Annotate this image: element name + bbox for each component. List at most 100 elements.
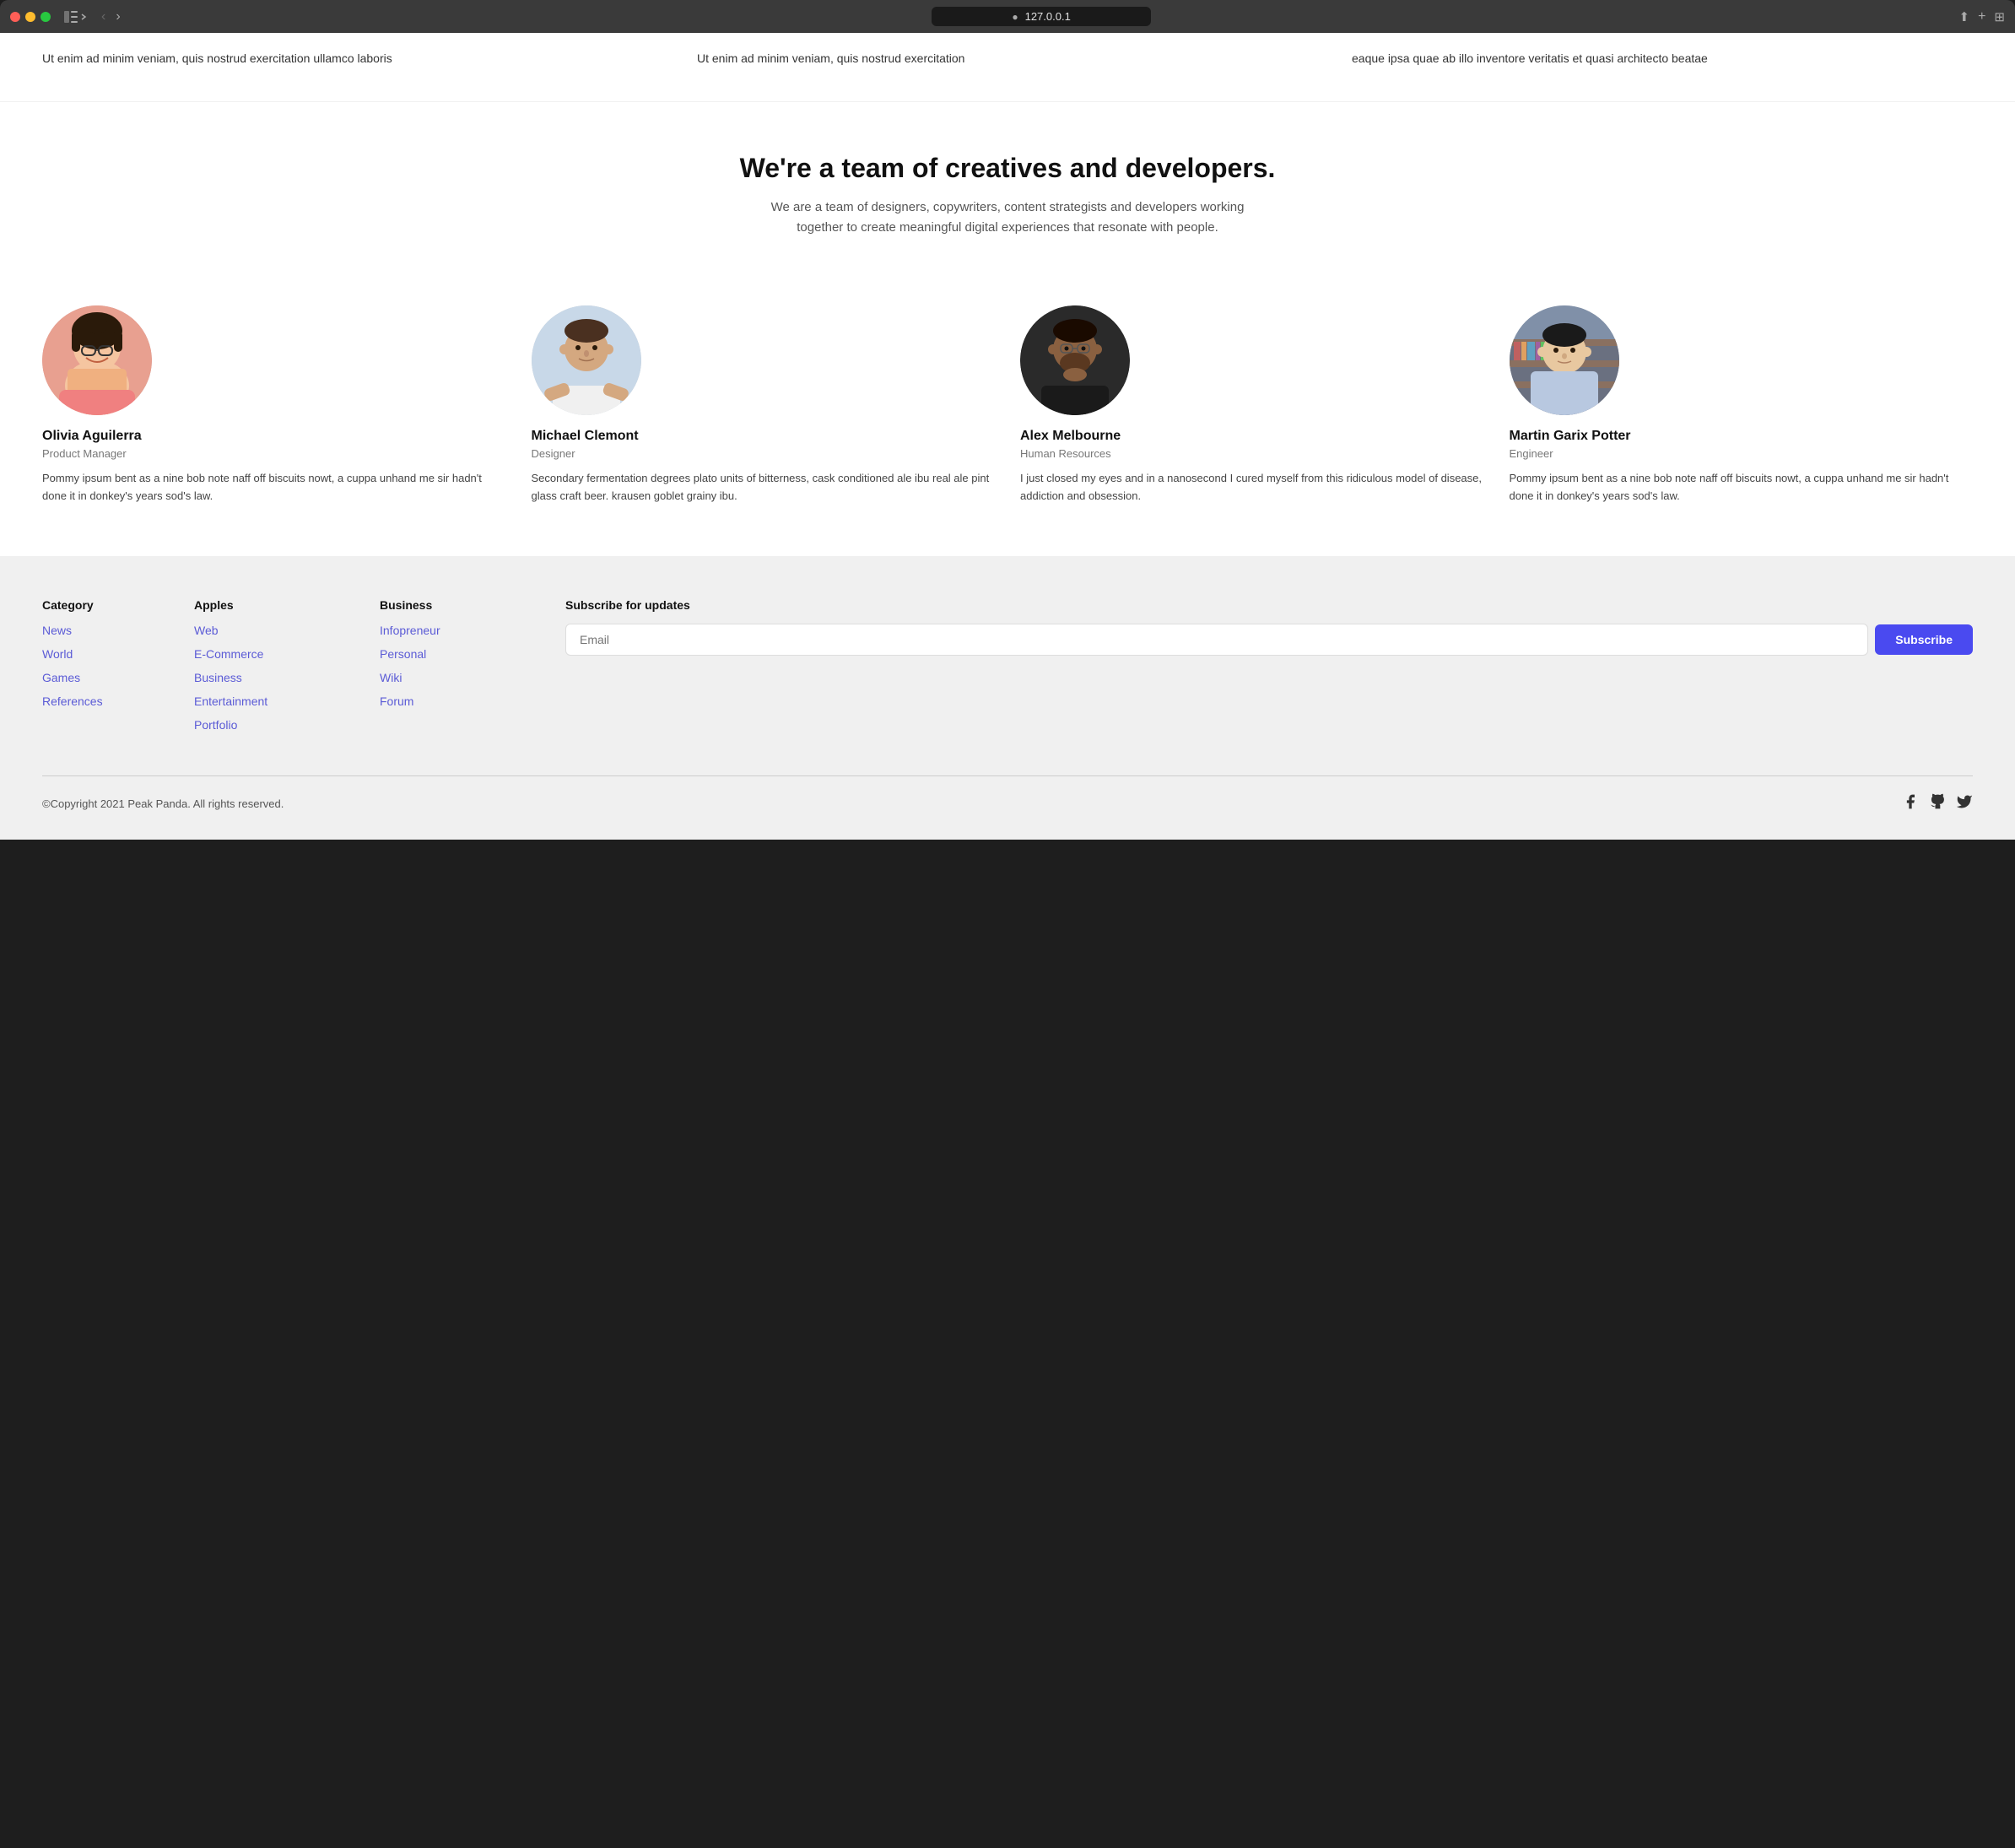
footer-top: Category News World Games References App… [42, 598, 1973, 742]
shield-icon: ● [1012, 11, 1018, 23]
avatar-martin-image [1510, 305, 1619, 415]
footer: Category News World Games References App… [0, 556, 2015, 840]
footer-col-business-links: Infopreneur Personal Wiki Forum [380, 624, 548, 710]
footer-col-category-heading: Category [42, 598, 177, 612]
facebook-icon[interactable] [1902, 793, 1919, 814]
team-member-alex: Alex Melbourne Human Resources I just cl… [1020, 305, 1484, 505]
grid-icon[interactable]: ⊞ [1994, 9, 2005, 24]
address-bar[interactable]: ● 127.0.0.1 [932, 7, 1151, 26]
team-member-martin: Martin Garix Potter Engineer Pommy ipsum… [1510, 305, 1974, 505]
list-item: News [42, 624, 177, 639]
top-text-1: Ut enim ad minim veniam, quis nostrud ex… [42, 50, 663, 68]
member-bio-alex: I just closed my eyes and in a nanosecon… [1020, 470, 1484, 505]
footer-divider [42, 775, 1973, 776]
close-button[interactable] [10, 12, 20, 22]
subscribe-button[interactable]: Subscribe [1875, 624, 1973, 655]
member-name-alex: Alex Melbourne [1020, 429, 1484, 444]
list-item: Forum [380, 694, 548, 710]
browser-titlebar: ‹ › ● 127.0.0.1 ⬆ + ⊞ [0, 0, 2015, 33]
team-member-olivia: Olivia Aguilerra Product Manager Pommy i… [42, 305, 506, 505]
list-item: Entertainment [194, 694, 363, 710]
email-input[interactable] [565, 624, 1868, 656]
traffic-lights [10, 12, 51, 22]
footer-link-personal[interactable]: Personal [380, 647, 426, 661]
sidebar-toggle[interactable] [64, 11, 88, 23]
subscribe-form: Subscribe [565, 624, 1973, 656]
footer-col-apples: Apples Web E-Commerce Business Entertain… [194, 598, 363, 742]
list-item: Web [194, 624, 363, 639]
social-icons [1902, 793, 1973, 814]
member-role-alex: Human Resources [1020, 447, 1484, 460]
footer-link-web[interactable]: Web [194, 624, 219, 637]
list-item: Portfolio [194, 718, 363, 733]
team-subtitle: We are a team of designers, copywriters,… [754, 197, 1261, 238]
address-bar-container: ● 127.0.0.1 [131, 7, 1953, 26]
avatar-martin [1510, 305, 1619, 415]
avatar-alex [1020, 305, 1130, 415]
footer-col-category-links: News World Games References [42, 624, 177, 710]
member-bio-olivia: Pommy ipsum bent as a nine bob note naff… [42, 470, 506, 505]
footer-col-apples-heading: Apples [194, 598, 363, 612]
toolbar-right: ⬆ + ⊞ [1959, 9, 2006, 24]
subscribe-heading: Subscribe for updates [565, 598, 1973, 612]
member-name-olivia: Olivia Aguilerra [42, 429, 506, 444]
team-member-michael: Michael Clemont Designer Secondary ferme… [532, 305, 996, 505]
member-name-martin: Martin Garix Potter [1510, 429, 1974, 444]
footer-link-business[interactable]: Business [194, 671, 242, 684]
member-bio-michael: Secondary fermentation degrees plato uni… [532, 470, 996, 505]
twitter-icon[interactable] [1956, 793, 1973, 814]
list-item: Wiki [380, 671, 548, 686]
footer-link-infopreneur[interactable]: Infopreneur [380, 624, 440, 637]
avatar-alex-image [1020, 305, 1130, 415]
list-item: Business [194, 671, 363, 686]
avatar-michael-image [532, 305, 641, 415]
new-tab-icon[interactable]: + [1978, 9, 1985, 24]
url-display: 127.0.0.1 [1025, 10, 1071, 23]
list-item: Infopreneur [380, 624, 548, 639]
footer-link-wiki[interactable]: Wiki [380, 671, 402, 684]
footer-link-entertainment[interactable]: Entertainment [194, 694, 267, 708]
back-button[interactable]: ‹ [98, 8, 109, 26]
avatar-michael [532, 305, 641, 415]
footer-link-references[interactable]: References [42, 694, 103, 708]
list-item: References [42, 694, 177, 710]
footer-link-world[interactable]: World [42, 647, 73, 661]
footer-link-news[interactable]: News [42, 624, 72, 637]
copyright-text: ©Copyright 2021 Peak Panda. All rights r… [42, 797, 284, 810]
member-name-michael: Michael Clemont [532, 429, 996, 444]
footer-col-business: Business Infopreneur Personal Wiki Forum [380, 598, 548, 742]
forward-button[interactable]: › [112, 8, 123, 26]
top-text-2: Ut enim ad minim veniam, quis nostrud ex… [697, 50, 1318, 68]
team-heading: We're a team of creatives and developers… [42, 153, 1973, 184]
minimize-button[interactable] [25, 12, 35, 22]
maximize-button[interactable] [41, 12, 51, 22]
nav-arrows[interactable]: ‹ › [98, 8, 124, 26]
list-item: Personal [380, 647, 548, 662]
top-partial-section: Ut enim ad minim veniam, quis nostrud ex… [0, 33, 2015, 102]
footer-bottom: ©Copyright 2021 Peak Panda. All rights r… [42, 793, 1973, 814]
footer-col-category: Category News World Games References [42, 598, 177, 742]
github-icon[interactable] [1929, 793, 1946, 814]
footer-link-games[interactable]: Games [42, 671, 80, 684]
avatar-olivia [42, 305, 152, 415]
share-icon[interactable]: ⬆ [1959, 9, 1970, 24]
footer-link-portfolio[interactable]: Portfolio [194, 718, 237, 732]
page-content: Ut enim ad minim veniam, quis nostrud ex… [0, 33, 2015, 840]
avatar-olivia-image [42, 305, 152, 415]
footer-link-forum[interactable]: Forum [380, 694, 413, 708]
team-grid: Olivia Aguilerra Product Manager Pommy i… [0, 305, 2015, 556]
member-role-michael: Designer [532, 447, 996, 460]
footer-link-ecommerce[interactable]: E-Commerce [194, 647, 263, 661]
list-item: E-Commerce [194, 647, 363, 662]
browser-window: ‹ › ● 127.0.0.1 ⬆ + ⊞ Ut enim ad minim v… [0, 0, 2015, 840]
list-item: Games [42, 671, 177, 686]
footer-col-business-heading: Business [380, 598, 548, 612]
footer-subscribe-col: Subscribe for updates Subscribe [565, 598, 1973, 742]
list-item: World [42, 647, 177, 662]
member-role-olivia: Product Manager [42, 447, 506, 460]
footer-col-apples-links: Web E-Commerce Business Entertainment Po… [194, 624, 363, 733]
team-section: We're a team of creatives and developers… [0, 102, 2015, 305]
member-role-martin: Engineer [1510, 447, 1974, 460]
top-text-3: eaque ipsa quae ab illo inventore verita… [1352, 50, 1973, 68]
member-bio-martin: Pommy ipsum bent as a nine bob note naff… [1510, 470, 1974, 505]
